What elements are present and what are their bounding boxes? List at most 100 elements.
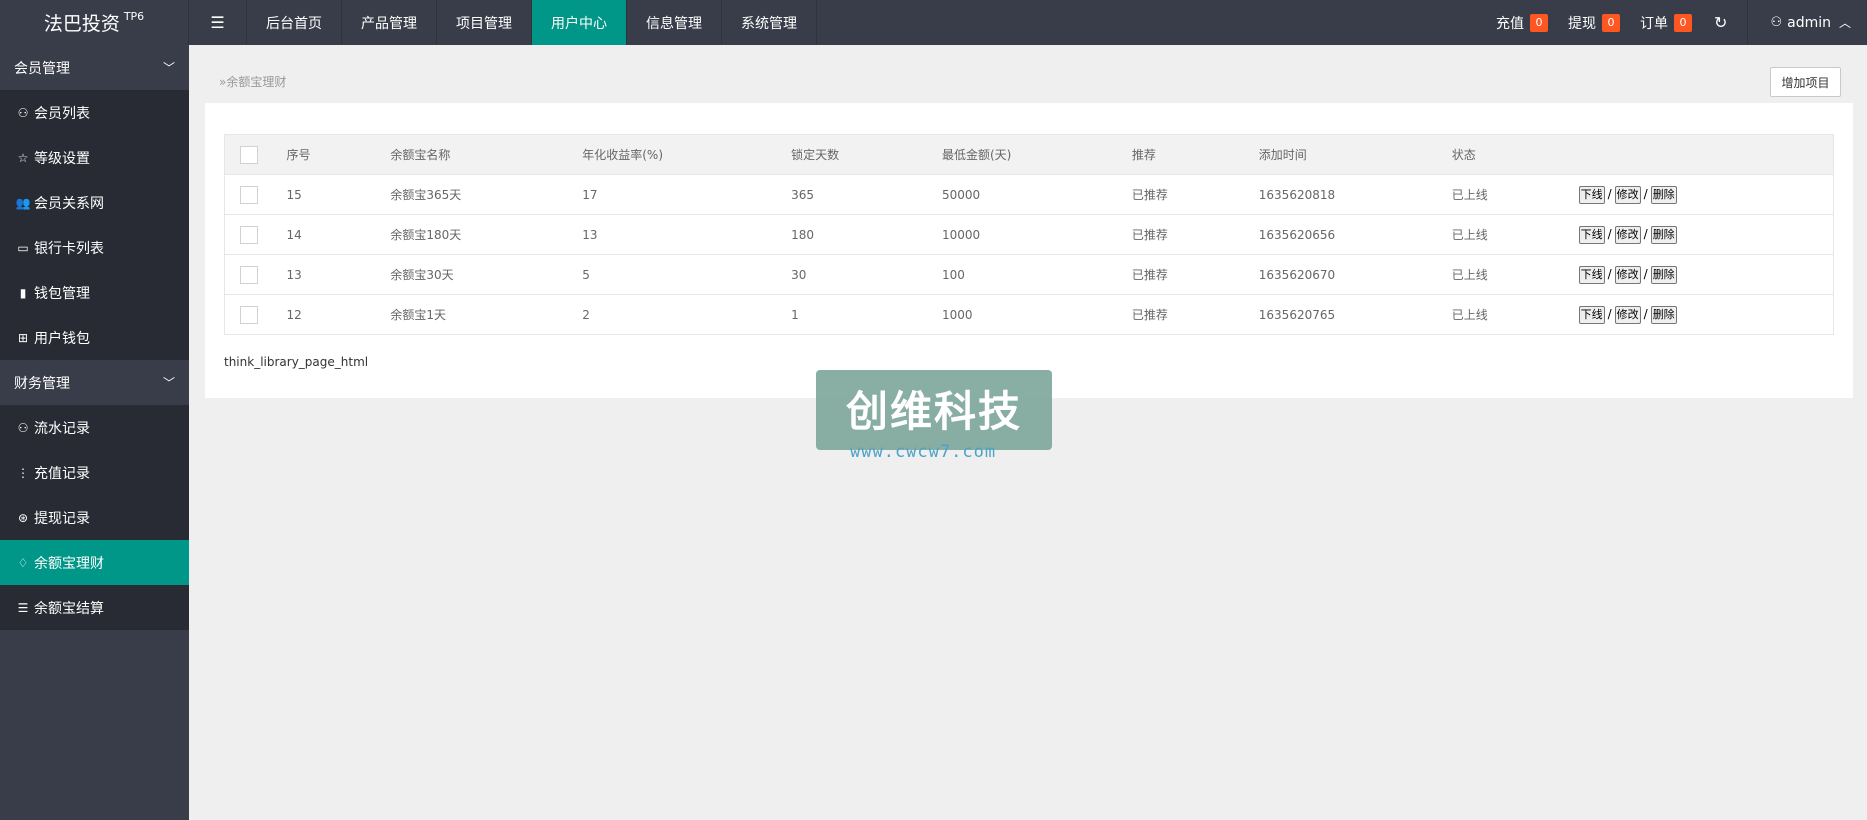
cell-status: 已上线: [1451, 254, 1579, 295]
col-header: 余额宝名称: [390, 134, 583, 175]
row-checkbox[interactable]: [240, 185, 258, 204]
hamburger-icon[interactable]: ☰: [189, 0, 247, 45]
wallet-icon: ⊞: [17, 330, 29, 345]
cell-id: 13: [286, 254, 391, 295]
watermark-logo: 创维科技 www.cwcw7.com: [816, 370, 1052, 462]
sidebar-item-yuebao[interactable]: ♢ 余额宝理财: [0, 540, 189, 585]
cell-rate: 5: [582, 254, 792, 295]
col-header: 序号: [286, 134, 391, 175]
col-header: 推荐: [1131, 134, 1259, 175]
cell-recommend: 已推荐: [1131, 254, 1259, 295]
select-all-checkbox[interactable]: [240, 145, 258, 164]
recharge-label: 充值: [1496, 15, 1525, 32]
cell-status: 已上线: [1451, 214, 1579, 255]
nav-products[interactable]: 产品管理: [342, 0, 437, 45]
col-header: 状态: [1451, 134, 1579, 175]
delete-button[interactable]: 删除: [1650, 185, 1677, 204]
sidebar-item-relations[interactable]: 👥 会员关系网: [0, 180, 189, 225]
sidebar-item-label: 会员列表: [34, 105, 90, 122]
sidebar-item-label: 钱包管理: [34, 285, 90, 302]
sidebar-item-member-list[interactable]: ⚇ 会员列表: [0, 90, 189, 135]
offline-button[interactable]: 下线: [1578, 185, 1605, 204]
row-checkbox[interactable]: [240, 305, 258, 324]
cell-actions: 下线 / 修改 / 删除: [1578, 254, 1834, 295]
cell-id: 12: [286, 294, 391, 335]
cell-status: 已上线: [1451, 174, 1579, 215]
nav-label: 系统管理: [741, 15, 797, 32]
cell-days: 30: [791, 254, 942, 295]
delete-button[interactable]: 删除: [1650, 305, 1677, 324]
row-select-cell: [224, 254, 287, 295]
sidebar-item-label: 用户钱包: [34, 330, 90, 347]
add-project-button[interactable]: 增加项目: [1770, 67, 1841, 97]
edit-button[interactable]: 修改: [1614, 185, 1641, 204]
row-checkbox[interactable]: [240, 225, 258, 244]
nav-user-center[interactable]: 用户中心: [532, 0, 627, 45]
cell-rate: 2: [582, 294, 792, 335]
cell-time: 1635620656: [1258, 214, 1452, 255]
brand-logo[interactable]: 法巴投资 TP6: [0, 0, 189, 45]
cell-days: 1: [791, 294, 942, 335]
sidebar-item-label: 充值记录: [34, 465, 90, 482]
edit-button[interactable]: 修改: [1614, 265, 1641, 284]
recharge-link[interactable]: 充值 0: [1486, 0, 1558, 45]
nav-label: 信息管理: [646, 15, 702, 32]
col-header-actions: [1578, 134, 1834, 175]
chevron-down-icon: ﹀: [162, 376, 175, 390]
book-icon: ▮: [19, 285, 27, 300]
edit-button[interactable]: 修改: [1614, 305, 1641, 324]
top-right-tools: 充值 0 提现 0 订单 0 ↻ ⚇ admin ︿: [1486, 0, 1867, 45]
offline-button[interactable]: 下线: [1578, 225, 1605, 244]
pagination: think_library_page_html: [224, 355, 369, 369]
sidebar: 会员管理 ﹀ ⚇ 会员列表 ☆ 等级设置 👥 会员关系网 ▭ 银行卡列表 ▮ 钱…: [0, 45, 189, 820]
delete-button[interactable]: 删除: [1650, 265, 1677, 284]
watermark-title: 创维科技: [845, 387, 1022, 436]
edit-button[interactable]: 修改: [1614, 225, 1641, 244]
order-link[interactable]: 订单 0: [1630, 0, 1702, 45]
users-icon: 👥: [15, 195, 31, 210]
sidebar-group-label: 财务管理: [14, 375, 70, 392]
table-row: 13 余额宝30天 5 30 100 已推荐 1635620670 已上线 下线…: [224, 254, 1834, 295]
top-bar: 法巴投资 TP6 ☰ 后台首页 产品管理 项目管理 用户中心 信息管理 系统管理 …: [0, 0, 1867, 45]
sidebar-item-levels[interactable]: ☆ 等级设置: [0, 135, 189, 180]
col-header: 年化收益率(%): [582, 134, 792, 175]
sidebar-group-members[interactable]: 会员管理 ﹀: [0, 45, 189, 90]
separator: /: [1643, 186, 1648, 201]
table-row: 12 余额宝1天 2 1 1000 已推荐 1635620765 已上线 下线 /…: [224, 294, 1834, 335]
nav-home[interactable]: 后台首页: [247, 0, 342, 45]
row-checkbox[interactable]: [240, 265, 258, 284]
col-header: 锁定天数: [791, 134, 942, 175]
cell-time: 1635620670: [1258, 254, 1452, 295]
order-badge: 0: [1674, 13, 1693, 32]
sidebar-item-label: 等级设置: [34, 150, 90, 167]
delete-button[interactable]: 删除: [1650, 225, 1677, 244]
sidebar-item-recharge-records[interactable]: ⋮ 充值记录: [0, 450, 189, 495]
withdraw-link[interactable]: 提现 0: [1558, 0, 1630, 45]
cell-name: 余额宝30天: [390, 254, 583, 295]
cell-min: 1000: [942, 294, 1132, 335]
recharge-badge: 0: [1530, 13, 1549, 32]
nav-label: 项目管理: [456, 15, 512, 32]
diamond-icon: ♢: [17, 555, 29, 570]
sidebar-group-label: 会员管理: [14, 60, 70, 77]
cell-rate: 13: [582, 214, 792, 255]
table-row: 14 余额宝180天 13 180 10000 已推荐 1635620656 已…: [224, 214, 1834, 255]
breadcrumb-current: 余额宝理财: [226, 75, 287, 89]
refresh-icon[interactable]: ↻: [1702, 0, 1749, 45]
sidebar-item-yuebao-settlement[interactable]: ☰ 余额宝结算: [0, 585, 189, 630]
user-menu[interactable]: ⚇ admin ︿: [1748, 0, 1867, 45]
nav-system[interactable]: 系统管理: [722, 0, 817, 45]
sidebar-item-bank-cards[interactable]: ▭ 银行卡列表: [0, 225, 189, 270]
separator: /: [1643, 226, 1648, 241]
offline-button[interactable]: 下线: [1578, 265, 1605, 284]
offline-button[interactable]: 下线: [1578, 305, 1605, 324]
sidebar-item-wallets[interactable]: ▮ 钱包管理: [0, 270, 189, 315]
sidebar-item-withdraw-records[interactable]: ⊛ 提现记录: [0, 495, 189, 540]
sidebar-item-transactions[interactable]: ⚇ 流水记录: [0, 405, 189, 450]
col-header: 添加时间: [1258, 134, 1452, 175]
nav-info[interactable]: 信息管理: [627, 0, 722, 45]
sidebar-group-finance[interactable]: 财务管理 ﹀: [0, 360, 189, 405]
nav-projects[interactable]: 项目管理: [437, 0, 532, 45]
sidebar-item-user-wallet[interactable]: ⊞ 用户钱包: [0, 315, 189, 360]
sidebar-item-label: 会员关系网: [34, 195, 104, 212]
